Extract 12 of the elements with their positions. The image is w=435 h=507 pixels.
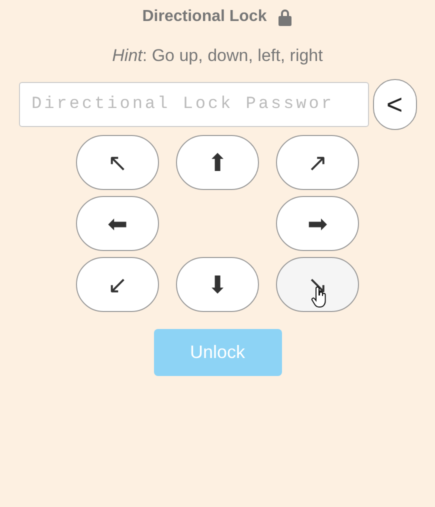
arrow-key[interactable]: ↗	[276, 135, 359, 190]
hint-text: Hint: Go up, down, left, right	[112, 46, 323, 66]
arrow-key[interactable]: ⬇	[176, 257, 259, 312]
lock-icon	[276, 8, 293, 26]
arrow-key[interactable]: ➡	[276, 196, 359, 251]
arrow-key[interactable]: ↖	[76, 135, 159, 190]
arrow-key[interactable]: ⬅	[76, 196, 159, 251]
arrow-key[interactable]: ⬆	[176, 135, 259, 190]
password-field[interactable]: Directional Lock Passwor	[18, 82, 368, 127]
arrow-key[interactable]: ↙	[76, 257, 159, 312]
backspace-button[interactable]: <	[372, 79, 416, 130]
app-title: Directional Lock	[142, 8, 267, 26]
